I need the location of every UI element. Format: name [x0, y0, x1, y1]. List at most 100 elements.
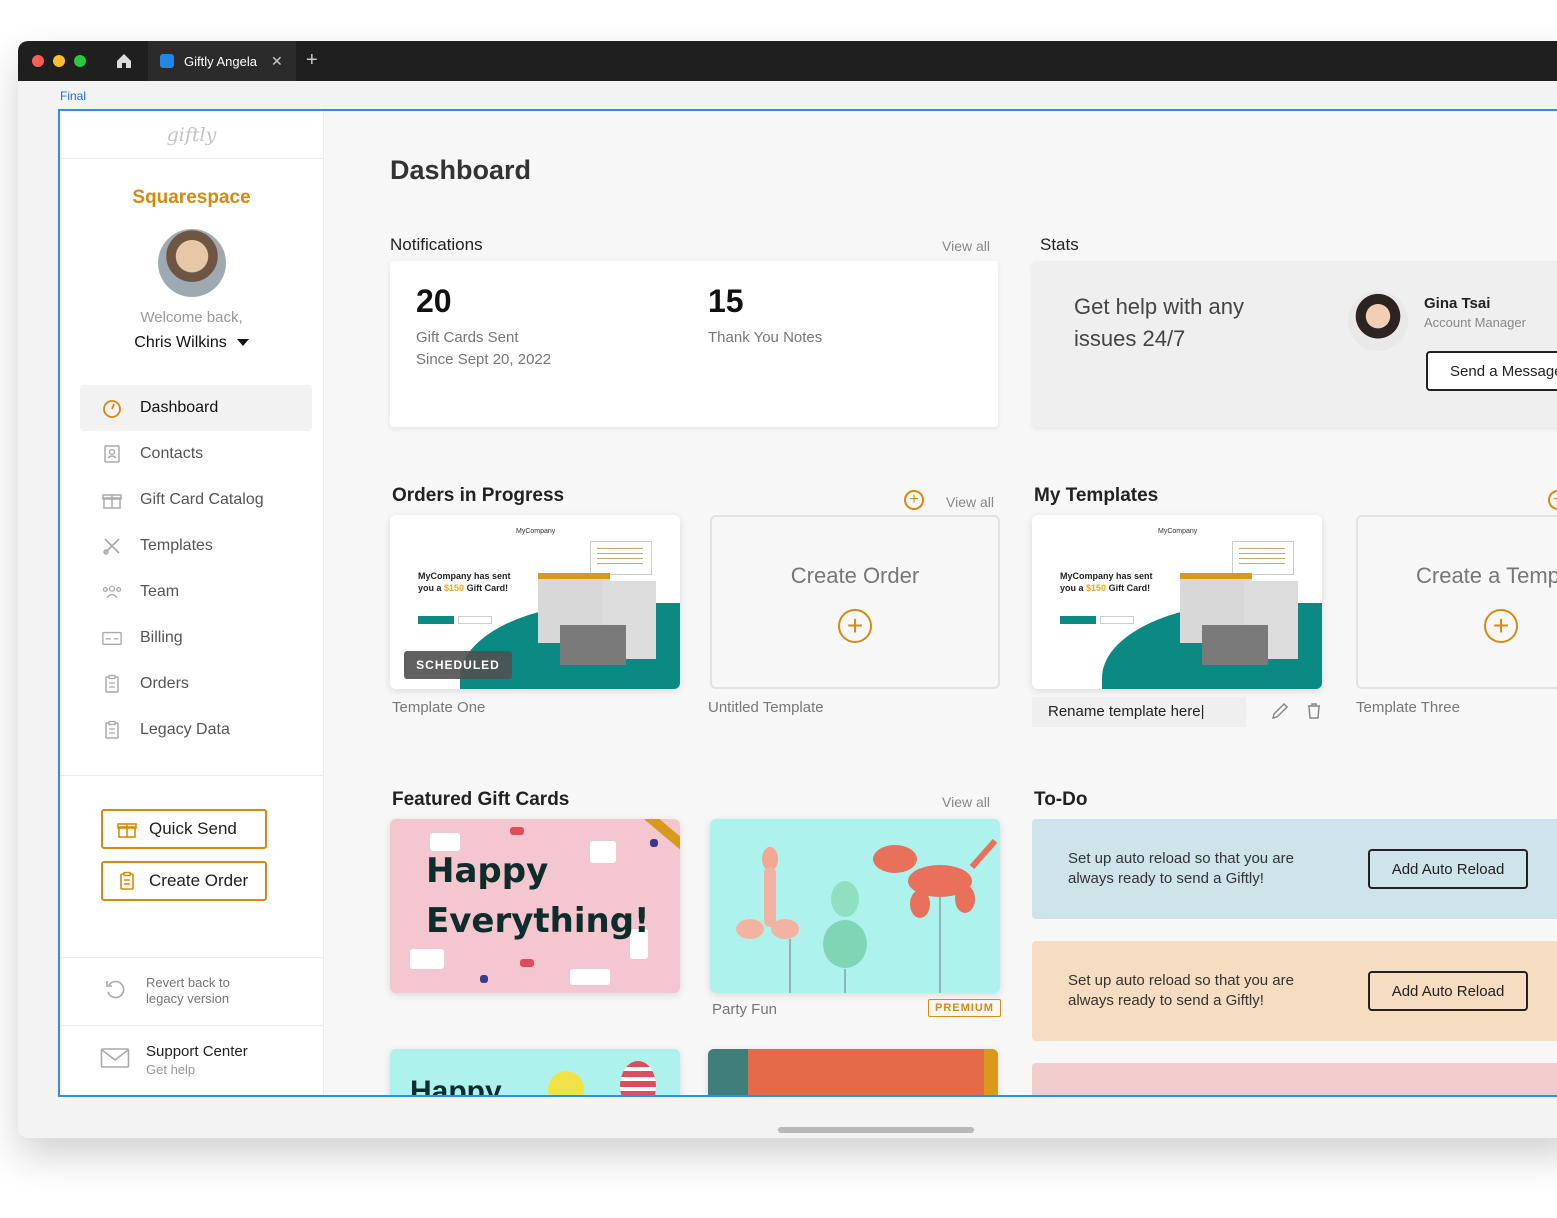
plus-icon: +	[1484, 609, 1518, 643]
quick-send-label: Quick Send	[149, 819, 237, 838]
featured-gift-cards-title: Featured Gift Cards	[392, 789, 570, 810]
confetti	[480, 975, 488, 983]
template-one-card[interactable]: MyCompany MyCompany has sent you a $150 …	[390, 515, 680, 689]
sidebar-item-team[interactable]: Team	[80, 569, 312, 615]
party-fun-name: Party Fun	[712, 1001, 778, 1018]
sidebar-item-dashboard[interactable]: Dashboard	[80, 385, 312, 431]
confetti	[570, 969, 610, 985]
sidebar-item-label: Billing	[140, 629, 183, 646]
create-order-card[interactable]: Create Order +	[710, 515, 1000, 689]
maximize-window-button[interactable]	[74, 55, 86, 67]
manager-avatar	[1348, 291, 1408, 351]
main-content: Dashboard Notifications View all 20 Gift…	[324, 111, 1557, 1095]
giftly-logo[interactable]: giftly	[60, 111, 323, 159]
scheduled-badge: SCHEDULED	[404, 651, 512, 679]
thank-you-notes-count: 15	[708, 283, 744, 319]
gauge-icon	[102, 398, 122, 418]
rename-template-input[interactable]: Rename template here|	[1032, 697, 1246, 727]
horizontal-scrollbar[interactable]	[778, 1127, 974, 1133]
preview-headline: MyCompany has sent you a $150 Gift Card!	[1060, 571, 1153, 593]
featured-view-all-link[interactable]: View all	[942, 794, 990, 810]
browser-tab[interactable]: Giftly Angela ✕	[148, 41, 296, 81]
template-three-name: Template Three	[1356, 699, 1460, 716]
user-menu[interactable]: Chris Wilkins	[60, 334, 323, 352]
add-auto-reload-button[interactable]: Add Auto Reload	[1368, 849, 1528, 889]
tools-icon	[102, 536, 122, 556]
todo-text: Set up auto reload so that you are alway…	[1068, 972, 1294, 1009]
preview-button	[458, 616, 492, 624]
party-fun-gift-card[interactable]	[710, 819, 1000, 993]
support-title: Support Center	[146, 1043, 248, 1060]
sidebar-item-gift-card-catalog[interactable]: Gift Card Catalog	[80, 477, 312, 523]
sidebar-item-label: Contacts	[140, 445, 204, 462]
sidebar-item-legacy-data[interactable]: Legacy Data	[80, 707, 312, 753]
sidebar-item-billing[interactable]: Billing	[80, 615, 312, 661]
clipboard-icon	[117, 871, 137, 891]
happy-gift-card-2[interactable]: Happy	[390, 1049, 680, 1097]
preview-company: MyCompany	[516, 528, 556, 535]
sidebar-divider	[60, 775, 324, 776]
box-illustration	[560, 625, 626, 665]
clipboard-icon	[102, 720, 122, 740]
todo-title: To-Do	[1034, 789, 1088, 810]
preview-button	[418, 616, 454, 624]
undo-icon	[104, 978, 126, 1005]
company-name: Squarespace	[132, 187, 251, 208]
manager-name: Gina Tsai	[1424, 295, 1491, 312]
home-icon[interactable]	[114, 51, 134, 71]
close-window-button[interactable]	[32, 55, 44, 67]
my-templates-title: My Templates	[1034, 485, 1159, 506]
minimize-window-button[interactable]	[53, 55, 65, 67]
sidebar-item-label: Legacy Data	[140, 721, 230, 738]
quick-send-button[interactable]: Quick Send	[101, 809, 267, 849]
user-avatar[interactable]	[157, 229, 226, 297]
balloon-shape	[548, 1071, 584, 1095]
notifications-card: 20 Gift Cards Sent Since Sept 20, 2022 1…	[390, 261, 998, 427]
orders-view-all-link[interactable]: View all	[946, 494, 994, 510]
sidebar-item-templates[interactable]: Templates	[80, 523, 312, 569]
create-template-label: Create a Temp	[1416, 563, 1557, 588]
tab-title: Giftly Angela	[184, 53, 257, 69]
card-stripe	[984, 1049, 998, 1095]
browser-window: Giftly Angela ✕ + Final giftly Squarespa…	[18, 41, 1557, 1138]
sidebar-item-contacts[interactable]: Contacts	[80, 431, 312, 477]
confetti	[650, 839, 658, 847]
add-template-icon[interactable]: +	[1548, 490, 1557, 510]
box-illustration	[1202, 625, 1268, 665]
my-template-card[interactable]: MyCompany MyCompany has sent you a $150 …	[1032, 515, 1322, 689]
mail-icon	[100, 1047, 130, 1074]
happy-orange-gift-card[interactable]	[708, 1049, 998, 1095]
add-auto-reload-button[interactable]: Add Auto Reload	[1368, 971, 1528, 1011]
todo-item	[1032, 1063, 1557, 1095]
todo-item: Set up auto reload so that you are alway…	[1032, 941, 1557, 1041]
sidebar-item-label: Orders	[140, 675, 189, 692]
preview-button	[1100, 616, 1134, 624]
page-title: Dashboard	[390, 155, 532, 185]
confetti	[430, 833, 460, 851]
preview-note	[1232, 541, 1294, 575]
sidebar-item-orders[interactable]: Orders	[80, 661, 312, 707]
trash-icon[interactable]	[1304, 701, 1324, 721]
preview-button	[1060, 616, 1096, 624]
pencil-icon[interactable]	[1270, 701, 1290, 721]
happy-everything-gift-card[interactable]: Happy Everything!	[390, 819, 680, 993]
revert-legacy-link[interactable]: Revert back to legacy version	[104, 975, 230, 1007]
create-template-card[interactable]: Create a Temp +	[1356, 515, 1557, 689]
new-tab-button[interactable]: +	[306, 49, 318, 72]
happy-text: Happy	[410, 1075, 502, 1097]
tab-close-icon[interactable]: ✕	[271, 53, 283, 70]
notifications-view-all-link[interactable]: View all	[942, 238, 990, 254]
caret-down-icon	[236, 339, 249, 347]
sidebar-item-label: Team	[140, 583, 180, 600]
manager-role: Account Manager	[1424, 315, 1526, 330]
todo-item: Set up auto reload so that you are alway…	[1032, 819, 1557, 919]
confetti	[590, 841, 616, 863]
add-order-icon[interactable]: +	[904, 490, 924, 510]
gift-cards-sent-since: Since Sept 20, 2022	[416, 351, 552, 368]
confetti	[510, 827, 524, 835]
title-bar: Giftly Angela ✕ +	[18, 41, 1557, 81]
create-order-button[interactable]: Create Order	[101, 861, 267, 901]
create-order-label: Create Order	[790, 563, 920, 588]
support-center-link[interactable]: Support Center Get help	[100, 1043, 248, 1077]
send-message-button[interactable]: Send a Message	[1426, 351, 1557, 391]
